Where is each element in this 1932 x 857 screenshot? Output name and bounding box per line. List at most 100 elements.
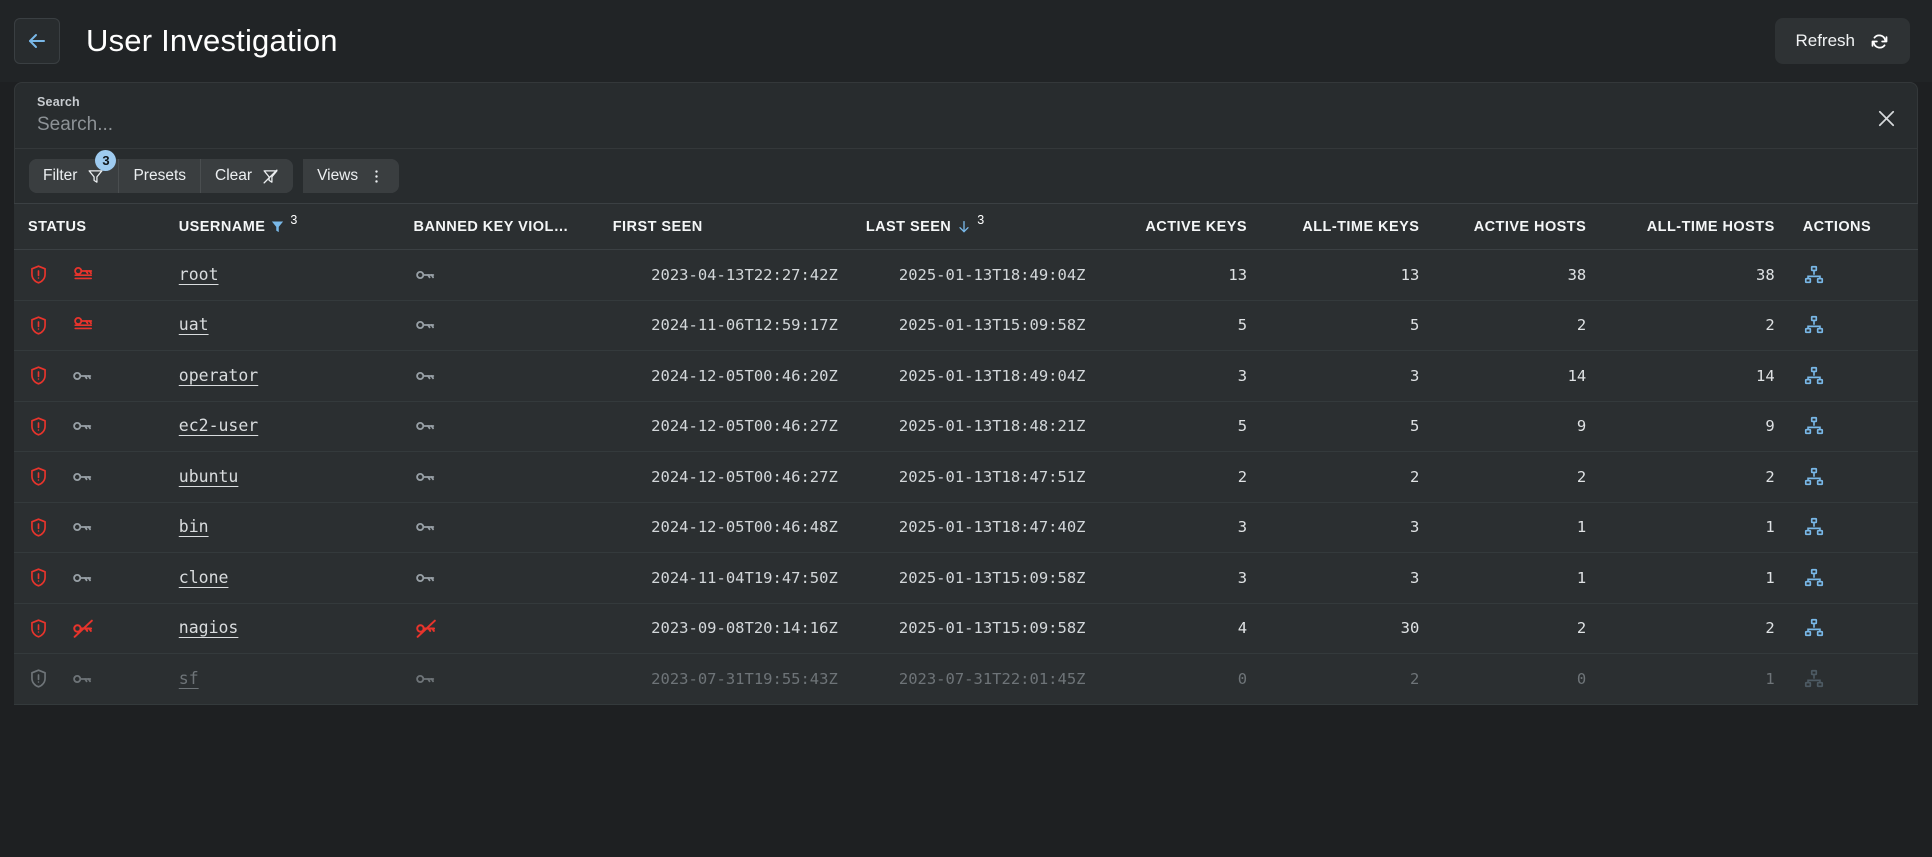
shield-alert-icon [28,517,49,538]
user-investigation-page: User Investigation Refresh Search Search… [0,0,1932,857]
sitemap-icon [1803,466,1904,488]
view-topology-button[interactable] [1803,516,1904,538]
status-shield[interactable] [28,668,49,689]
table-row[interactable]: nagios 2023-09-08T20:14:16Z 2025-01-13T1… [14,603,1918,654]
column-header-status[interactable]: STATUS [14,203,165,250]
view-topology-button[interactable] [1803,314,1904,336]
views-button[interactable]: Views [303,159,400,193]
username-link[interactable]: clone [179,568,229,587]
column-header-username[interactable]: USERNAME 3 [164,203,400,250]
status-shield[interactable] [28,517,49,538]
cell-active-hosts: 2 [1433,603,1601,654]
search-clear-button[interactable] [1873,105,1899,131]
username-link[interactable]: bin [179,517,209,536]
status-key[interactable] [71,465,95,489]
status-key[interactable] [71,312,97,338]
column-header-last-seen[interactable]: LAST SEEN 3 [851,203,1100,250]
username-link[interactable]: nagios [179,618,239,637]
cell-banned-key-violations [399,603,599,654]
cell-first-seen: 2024-12-05T00:46:48Z [598,502,852,553]
table-row[interactable]: ubuntu 2024-12-05T00:46:27Z 2025-01-13T1… [14,451,1918,503]
username-link[interactable]: uat [179,315,209,334]
column-label: LAST SEEN [865,218,952,235]
presets-button[interactable]: Presets [118,159,201,193]
banned-key-indicator[interactable] [414,263,585,287]
column-label: BANNED KEY VIOL… [413,218,569,235]
status-key[interactable] [71,566,95,590]
table-row[interactable]: operator 2024-12-05T00:46:20Z 2025-01-13… [14,350,1918,402]
status-key[interactable] [71,364,95,388]
banned-key-indicator[interactable] [414,465,585,489]
status-shield[interactable] [28,567,49,588]
search-input[interactable] [37,114,1857,136]
column-header-first-seen[interactable]: FIRST SEEN [598,203,852,250]
cell-banned-key-violations [399,249,599,301]
banned-key-indicator[interactable] [414,667,585,691]
banned-key-indicator[interactable] [414,515,585,539]
column-header-active-keys[interactable]: ACTIVE KEYS [1099,203,1262,250]
cell-actions [1788,502,1918,553]
view-topology-button[interactable] [1803,668,1904,690]
view-topology-button[interactable] [1803,567,1904,589]
status-shield[interactable] [28,315,49,336]
cell-username: sf [164,653,400,705]
view-topology-button[interactable] [1803,415,1904,437]
cell-active-hosts: 2 [1433,300,1601,351]
column-header-all-time-keys[interactable]: ALL-TIME KEYS [1261,203,1434,250]
banned-key-indicator[interactable] [414,364,585,388]
view-topology-button[interactable] [1803,365,1904,387]
keys-stacked-alert-icon [71,262,97,288]
status-shield[interactable] [28,365,49,386]
clear-filters-button[interactable]: Clear [200,159,294,193]
presets-label: Presets [133,167,187,184]
table-row[interactable]: root 2023-04-13T22:27:42Z 2025-01-13T18:… [14,249,1918,301]
username-link[interactable]: operator [179,366,258,385]
column-header-banned-key-violations[interactable]: BANNED KEY VIOL… [399,203,599,250]
cell-actions [1788,603,1918,654]
status-key[interactable] [71,667,95,691]
cell-active-keys: 2 [1099,451,1262,503]
table-row[interactable]: clone 2024-11-04T19:47:50Z 2025-01-13T15… [14,552,1918,604]
shield-alert-icon [28,416,49,437]
status-key[interactable] [71,414,95,438]
banned-key-indicator[interactable] [414,414,585,438]
table-row[interactable]: ec2-user 2024-12-05T00:46:27Z 2025-01-13… [14,401,1918,452]
username-link[interactable]: sf [179,669,199,688]
view-topology-button[interactable] [1803,466,1904,488]
status-shield[interactable] [28,466,49,487]
status-key[interactable] [71,262,97,288]
status-key[interactable] [71,515,95,539]
status-shield[interactable] [28,416,49,437]
status-shield[interactable] [28,264,49,285]
table-row[interactable]: uat 2024-11-06T12:59:17Z 2025-01-13T15:0… [14,300,1918,351]
column-header-active-hosts[interactable]: ACTIVE HOSTS [1433,203,1601,250]
table-row[interactable]: bin 2024-12-05T00:46:48Z 2025-01-13T18:4… [14,502,1918,553]
status-key[interactable] [71,616,96,641]
column-label: STATUS [28,218,87,235]
cell-actions [1788,300,1918,351]
table-toolbar: Filter 3 Presets Clear Views [15,148,1917,203]
cell-first-seen: 2024-12-05T00:46:27Z [598,451,852,503]
username-link[interactable]: root [179,265,219,284]
refresh-button[interactable]: Refresh [1775,18,1910,64]
table-row[interactable]: sf 2023-07-31T19:55:43Z 2023-07-31T22:01… [14,653,1918,705]
banned-key-indicator[interactable] [414,313,585,337]
cell-status [14,603,165,654]
cell-all-time-hosts: 38 [1600,249,1789,301]
cell-active-hosts: 1 [1433,552,1601,604]
view-topology-button[interactable] [1803,264,1904,286]
sitemap-icon [1803,567,1904,589]
username-link[interactable]: ubuntu [179,467,239,486]
sitemap-icon [1803,264,1904,286]
table-header-row: STATUS USERNAME 3 BANNED KEY VIOL… FIRST… [14,203,1918,250]
view-topology-button[interactable] [1803,617,1904,639]
filter-button[interactable]: Filter 3 [29,150,119,193]
cell-all-time-hosts: 2 [1600,300,1789,351]
sitemap-icon [1803,617,1904,639]
banned-key-indicator[interactable] [414,566,585,590]
column-header-all-time-hosts[interactable]: ALL-TIME HOSTS [1600,203,1789,250]
status-shield[interactable] [28,618,49,639]
back-button[interactable] [14,18,60,64]
banned-key-indicator[interactable] [414,616,585,641]
username-link[interactable]: ec2-user [179,416,258,435]
